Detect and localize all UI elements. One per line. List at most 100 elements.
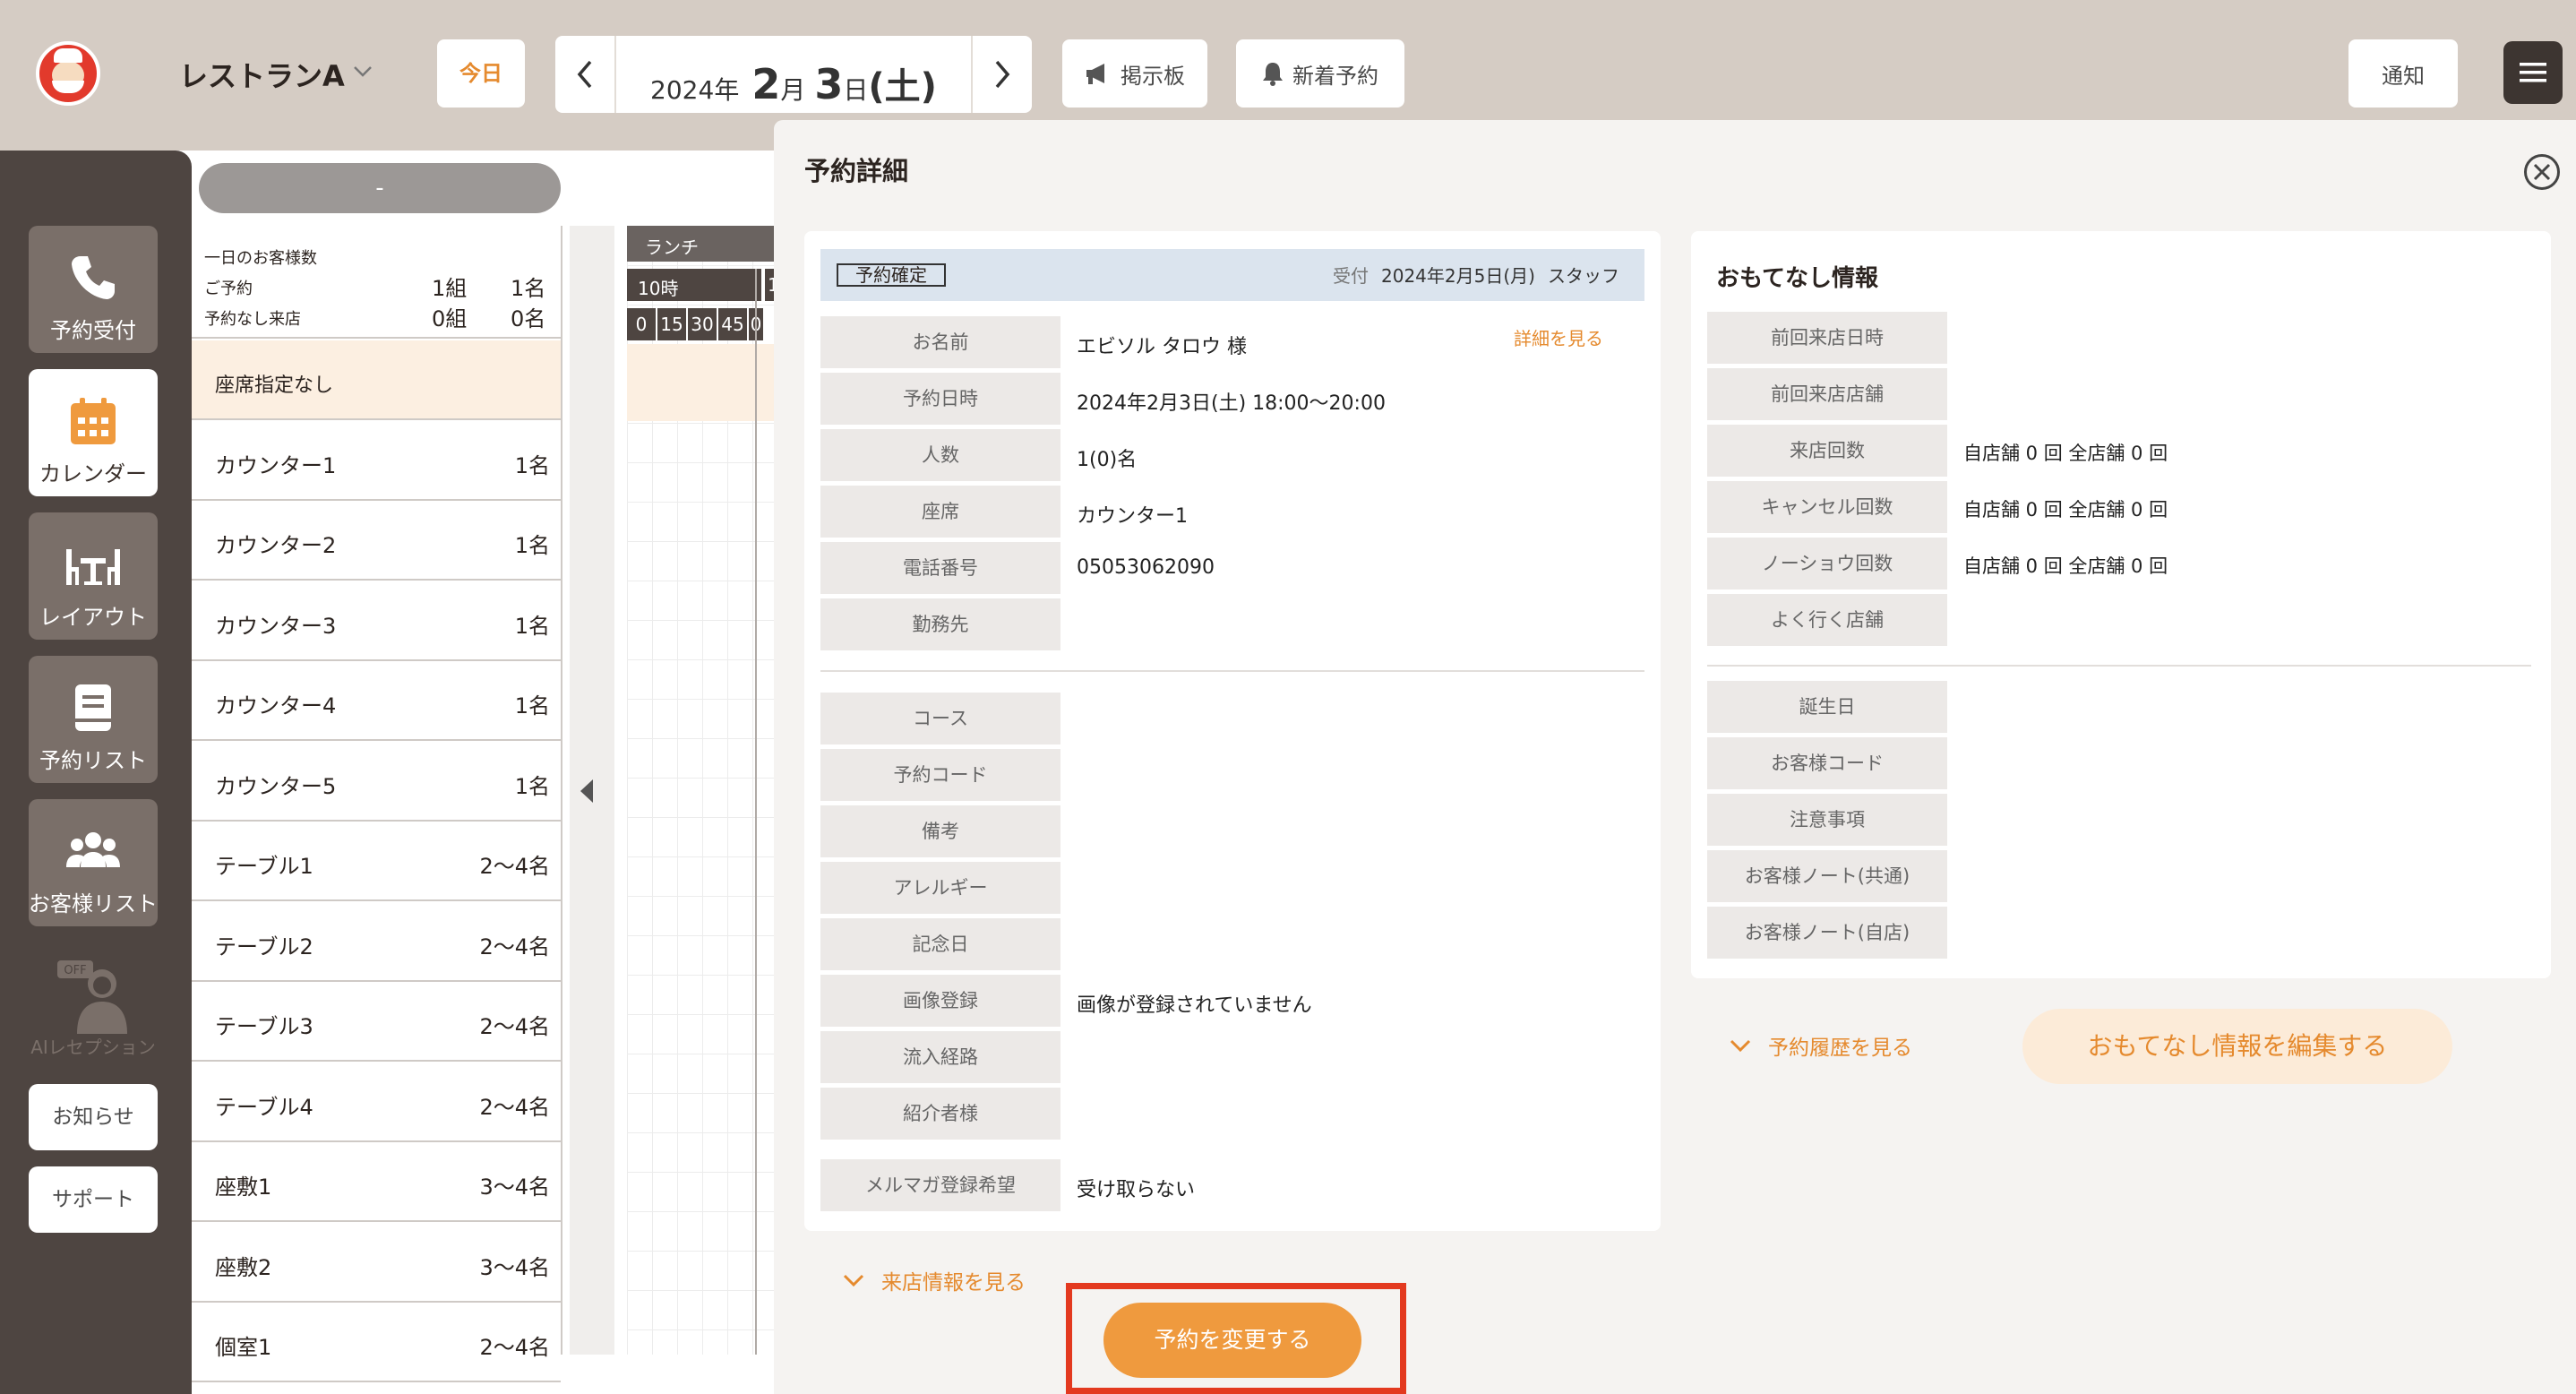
- close-button[interactable]: [2524, 154, 2560, 190]
- field-label: 勤務先: [820, 598, 1060, 650]
- board-label: 掲示板: [1121, 63, 1185, 89]
- store-name[interactable]: レストランA: [179, 54, 345, 95]
- field-value: 自店舗 0 回 全店舗 0 回: [1963, 443, 2168, 464]
- sidebar: 予約受付 カレンダー レイアウト 予約リスト お客様リスト OFF AIレセプシ…: [0, 151, 192, 1394]
- ai-badge: OFF: [64, 964, 86, 977]
- seat-capacity: 1名: [514, 773, 550, 799]
- field-label: 画像登録: [820, 975, 1060, 1027]
- notify-button[interactable]: 通知: [2348, 39, 2458, 108]
- next-day-button[interactable]: [971, 36, 1032, 113]
- seat-row[interactable]: カウンター5 1名: [192, 742, 561, 822]
- seat-name: 座席指定なし: [215, 374, 334, 397]
- chevron-down-icon[interactable]: [351, 59, 374, 82]
- sidebar-item-layout[interactable]: レイアウト: [29, 512, 158, 640]
- new-reservation-button[interactable]: 新着予約: [1236, 39, 1404, 108]
- field-label: コース: [820, 693, 1060, 744]
- seat-row[interactable]: カウンター1 1名: [192, 421, 561, 501]
- sidebar-item-label: カレンダー: [39, 461, 147, 486]
- area-selector[interactable]: -: [199, 163, 561, 213]
- hamburger-menu-button[interactable]: [2503, 41, 2563, 104]
- change-reservation-button[interactable]: 予約を変更する: [1103, 1303, 1361, 1378]
- chevron-left-icon: [577, 60, 592, 89]
- seat-name: テーブル1: [215, 854, 313, 879]
- seat-row[interactable]: テーブル1 2〜4名: [192, 822, 561, 901]
- close-icon: [2533, 163, 2551, 181]
- edit-hospitality-button[interactable]: おもてなし情報を編集する: [2022, 1009, 2452, 1084]
- view-details-link[interactable]: 詳細を見る: [1514, 324, 1603, 350]
- seat-row[interactable]: 座敷1 3〜4名: [192, 1142, 561, 1222]
- news-button[interactable]: お知らせ: [29, 1084, 158, 1150]
- sidebar-item-reception[interactable]: 予約受付: [29, 226, 158, 353]
- sidebar-item-customer-list[interactable]: お客様リスト: [29, 799, 158, 926]
- chevron-down-icon: [843, 1274, 864, 1287]
- field-value: 自店舗 0 回 全店舗 0 回: [1963, 555, 2168, 577]
- reserved-groups: 1組: [432, 276, 468, 301]
- field-label: 人数: [820, 429, 1060, 481]
- field-label: 座席: [820, 486, 1060, 538]
- divider: [820, 670, 1644, 672]
- seat-row[interactable]: カウンター2 1名: [192, 501, 561, 581]
- calendar-icon: [66, 394, 120, 448]
- reservation-history-link[interactable]: 予約履歴を見る: [1729, 1030, 1912, 1061]
- menu-icon: [2520, 63, 2546, 82]
- sidebar-item-reservation-list[interactable]: 予約リスト: [29, 656, 158, 783]
- seat-name: カウンター4: [215, 693, 337, 719]
- field-label: 流入経路: [820, 1031, 1060, 1083]
- sidebar-item-label: お客様リスト: [29, 891, 158, 916]
- sidebar-item-label: 予約リスト: [39, 748, 147, 773]
- seat-capacity: 2〜4名: [479, 1014, 550, 1039]
- received-date: 2024年2月5日(月): [1381, 265, 1535, 287]
- sidebar-item-ai-reception[interactable]: OFF AIレセプション: [29, 953, 158, 1064]
- seat-row[interactable]: 座敷2 3〜4名: [192, 1223, 561, 1303]
- field-label: 記念日: [820, 918, 1060, 970]
- collapse-left-icon[interactable]: [579, 778, 595, 805]
- seat-row[interactable]: カウンター4 1名: [192, 661, 561, 741]
- field-label: 誕生日: [1707, 681, 1947, 733]
- seat-name: テーブル4: [215, 1094, 313, 1120]
- time-divider: [755, 269, 757, 1355]
- today-button[interactable]: 今日: [437, 39, 525, 108]
- minute-labels: 01530450: [627, 308, 765, 340]
- prev-day-button[interactable]: [555, 36, 616, 113]
- seat-row[interactable]: 座席指定なし: [192, 340, 561, 420]
- seat-row[interactable]: テーブル4 2〜4名: [192, 1063, 561, 1142]
- sidebar-item-label: レイアウト: [39, 605, 147, 630]
- field-label: 前回来店店舗: [1707, 368, 1947, 420]
- seat-name: カウンター1: [215, 452, 337, 478]
- field-label: 備考: [820, 805, 1060, 857]
- support-button[interactable]: サポート: [29, 1166, 158, 1233]
- field-value: 2024年2月3日(土) 18:00〜20:00: [1077, 392, 1386, 415]
- seat-row[interactable]: テーブル2 2〜4名: [192, 902, 561, 982]
- hospitality-title: おもてなし情報: [1716, 265, 1878, 292]
- minute-label: 15: [657, 308, 686, 340]
- seat-row[interactable]: 個室1 2〜4名: [192, 1303, 561, 1382]
- current-date: 2024 年 2月 3日 (土): [650, 60, 937, 108]
- field-label: 来店回数: [1707, 425, 1947, 477]
- field-label: 前回来店日時: [1707, 312, 1947, 364]
- field-label: よく行く店舗: [1707, 594, 1947, 646]
- seat-capacity: 2〜4名: [479, 1335, 550, 1360]
- field-label: アレルギー: [820, 862, 1060, 914]
- phone-icon: [66, 251, 120, 305]
- sidebar-item-calendar[interactable]: カレンダー: [29, 369, 158, 496]
- date-navigator: 2024 年 2月 3日 (土): [555, 36, 1032, 113]
- field-label: 予約日時: [820, 373, 1060, 425]
- summary-title: 一日のお客様数: [204, 249, 317, 268]
- field-label: キャンセル回数: [1707, 481, 1947, 533]
- bell-icon: [1263, 63, 1283, 86]
- new-reservation-label: 新着予約: [1292, 63, 1378, 89]
- received-info: 受付 2024年2月5日(月) スタッフ: [1333, 262, 1619, 288]
- seat-row[interactable]: テーブル3 2〜4名: [192, 982, 561, 1062]
- visit-info-link[interactable]: 来店情報を見る: [842, 1265, 1026, 1295]
- seat-row[interactable]: カウンター3 1名: [192, 581, 561, 661]
- board-button[interactable]: 掲示板: [1062, 39, 1207, 108]
- summary-reserved-label: ご予約: [204, 280, 253, 298]
- walkin-groups: 0組: [432, 306, 468, 331]
- seat-capacity: 1名: [514, 693, 550, 719]
- restaurant-logo: [36, 41, 100, 106]
- field-label: お客様コード: [1707, 737, 1947, 789]
- divider: [1707, 665, 2531, 667]
- field-label: お客様ノート(自店): [1707, 907, 1947, 959]
- summary-walkin-label: 予約なし来店: [204, 310, 301, 329]
- field-value: 自店舗 0 回 全店舗 0 回: [1963, 499, 2168, 521]
